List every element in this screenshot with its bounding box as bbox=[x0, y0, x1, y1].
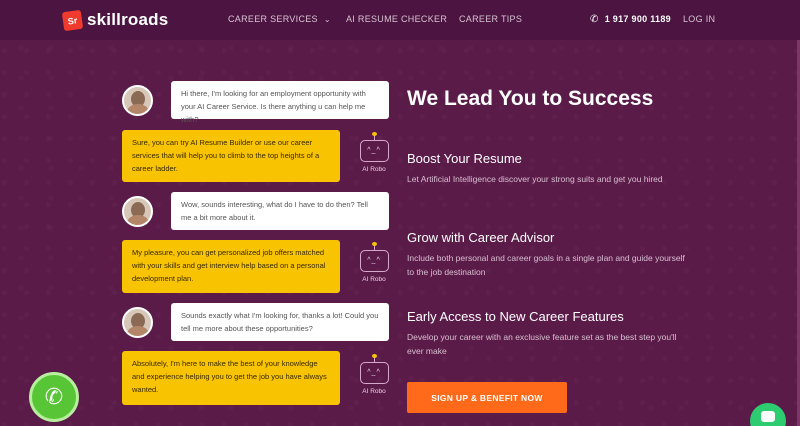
chat-message-bot: My pleasure, you can get personalized jo… bbox=[122, 240, 340, 293]
ai-robo-label: AI Robo bbox=[362, 166, 386, 173]
ai-robo: ^_^ AI Robo bbox=[357, 132, 391, 173]
nav-ai-resume-checker[interactable]: AI RESUME CHECKER bbox=[346, 14, 447, 24]
nav-career-tips[interactable]: CAREER TIPS bbox=[459, 14, 522, 24]
chat-message-bot: Sure, you can try AI Resume Builder or u… bbox=[122, 130, 340, 182]
chat-message-user: Hi there, I'm looking for an employment … bbox=[171, 81, 389, 124]
signup-button[interactable]: SIGN UP & BENEFIT NOW bbox=[407, 382, 567, 413]
user-avatar bbox=[122, 196, 153, 227]
phone-icon: ✆ bbox=[590, 14, 599, 25]
chevron-down-icon: ⌄ bbox=[323, 15, 331, 24]
feature-title: Boost Your Resume bbox=[407, 151, 522, 166]
ai-robo: ^_^ AI Robo bbox=[357, 354, 391, 395]
robot-icon: ^_^ bbox=[359, 354, 389, 384]
ai-robo-label: AI Robo bbox=[362, 276, 386, 283]
user-avatar bbox=[122, 85, 153, 116]
phone-number: 1 917 900 1189 bbox=[604, 14, 671, 24]
ai-robo: ^_^ AI Robo bbox=[357, 242, 391, 283]
feature-description: Include both personal and career goals i… bbox=[407, 253, 685, 277]
chat-message-user: Sounds exactly what I'm looking for, tha… bbox=[171, 303, 389, 341]
logo-text: skillroads bbox=[87, 10, 169, 29]
nav-career-services-label: CAREER SERVICES bbox=[228, 14, 318, 24]
logo[interactable]: Sr skillroads bbox=[61, 9, 169, 31]
nav-login[interactable]: LOG IN bbox=[683, 14, 715, 24]
user-avatar bbox=[122, 307, 153, 338]
chat-bubble-shape bbox=[761, 410, 775, 422]
logo-mark: Sr bbox=[61, 9, 84, 31]
chat-bubble-icon[interactable] bbox=[750, 403, 786, 426]
feature-description: Let Artificial Intelligence discover you… bbox=[407, 174, 663, 184]
nav-phone[interactable]: ✆ 1 917 900 1189 bbox=[590, 14, 671, 25]
phone-call-icon[interactable]: ✆ bbox=[29, 372, 79, 422]
robot-icon: ^_^ bbox=[359, 132, 389, 162]
chat-message-user: Wow, sounds interesting, what do I have … bbox=[171, 192, 389, 230]
ai-robo-label: AI Robo bbox=[362, 388, 386, 395]
nav-career-services[interactable]: CAREER SERVICES ⌄ bbox=[228, 14, 331, 24]
feature-title: Grow with Career Advisor bbox=[407, 230, 555, 245]
top-nav-bar: Sr skillroads CAREER SERVICES ⌄ AI RESUME… bbox=[0, 0, 800, 40]
feature-title: Early Access to New Career Features bbox=[407, 309, 624, 324]
page-title: We Lead You to Success bbox=[407, 87, 654, 110]
robot-icon: ^_^ bbox=[359, 242, 389, 272]
feature-description: Develop your career with an exclusive fe… bbox=[407, 332, 677, 356]
chat-message-bot: Absolutely, I'm here to make the best of… bbox=[122, 351, 340, 405]
